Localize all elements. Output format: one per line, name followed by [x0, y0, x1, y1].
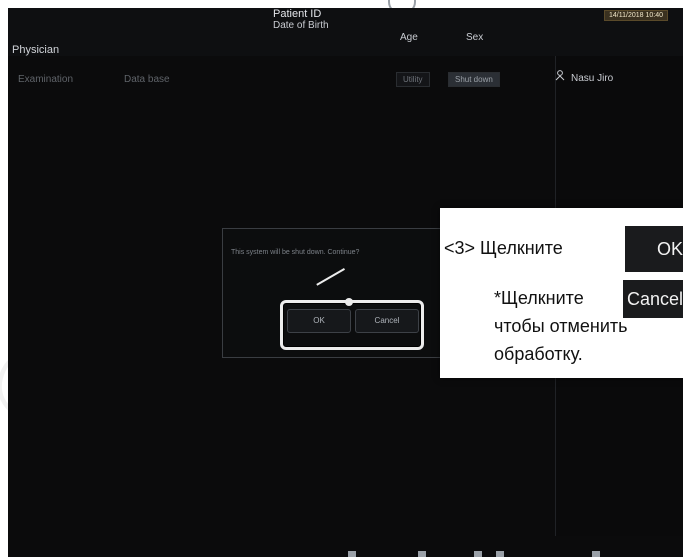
callout-step-text: <3> Щелкните — [444, 238, 563, 258]
sex-label: Sex — [466, 32, 484, 43]
callout-note-text: *Щелкните — [494, 288, 584, 308]
physician-label: Physician — [12, 44, 60, 56]
user-row: Nasu Jiro — [555, 70, 613, 84]
chart-icon[interactable] — [418, 551, 426, 557]
dialog-message: This system will be shut down. Continue? — [231, 249, 360, 256]
utility-button[interactable]: Utility — [396, 72, 430, 87]
user-icon — [555, 70, 565, 84]
instruction-callout: <3> Щелкните OK *Щелкните Cancel чтобы о… — [440, 208, 683, 378]
callout-note-line: чтобы отменить — [494, 316, 628, 336]
shutdown-button[interactable]: Shut down — [448, 72, 500, 87]
print-icon[interactable] — [496, 551, 504, 557]
tab-examination[interactable]: Examination — [18, 74, 73, 85]
callout-note-line: обработку. — [494, 344, 583, 364]
patient-id-label: Patient ID — [273, 8, 322, 20]
callout-cancel-button: Cancel — [623, 280, 683, 318]
highlight-frame — [280, 300, 424, 350]
age-label: Age — [400, 32, 418, 43]
tab-database[interactable]: Data base — [124, 74, 170, 85]
top-bar — [8, 8, 683, 56]
monitor-icon[interactable] — [348, 551, 356, 557]
trash-icon[interactable] — [592, 551, 600, 557]
callout-pointer-dot — [345, 298, 353, 306]
user-name: Nasu Jiro — [571, 73, 614, 84]
dob-label: Date of Birth — [273, 20, 329, 31]
datetime-badge: 14/11/2018 10:40 — [604, 10, 668, 21]
save-icon[interactable] — [474, 551, 482, 557]
callout-ok-button: OK — [625, 226, 683, 272]
patient-info: Patient ID Date of Birth — [273, 8, 329, 32]
